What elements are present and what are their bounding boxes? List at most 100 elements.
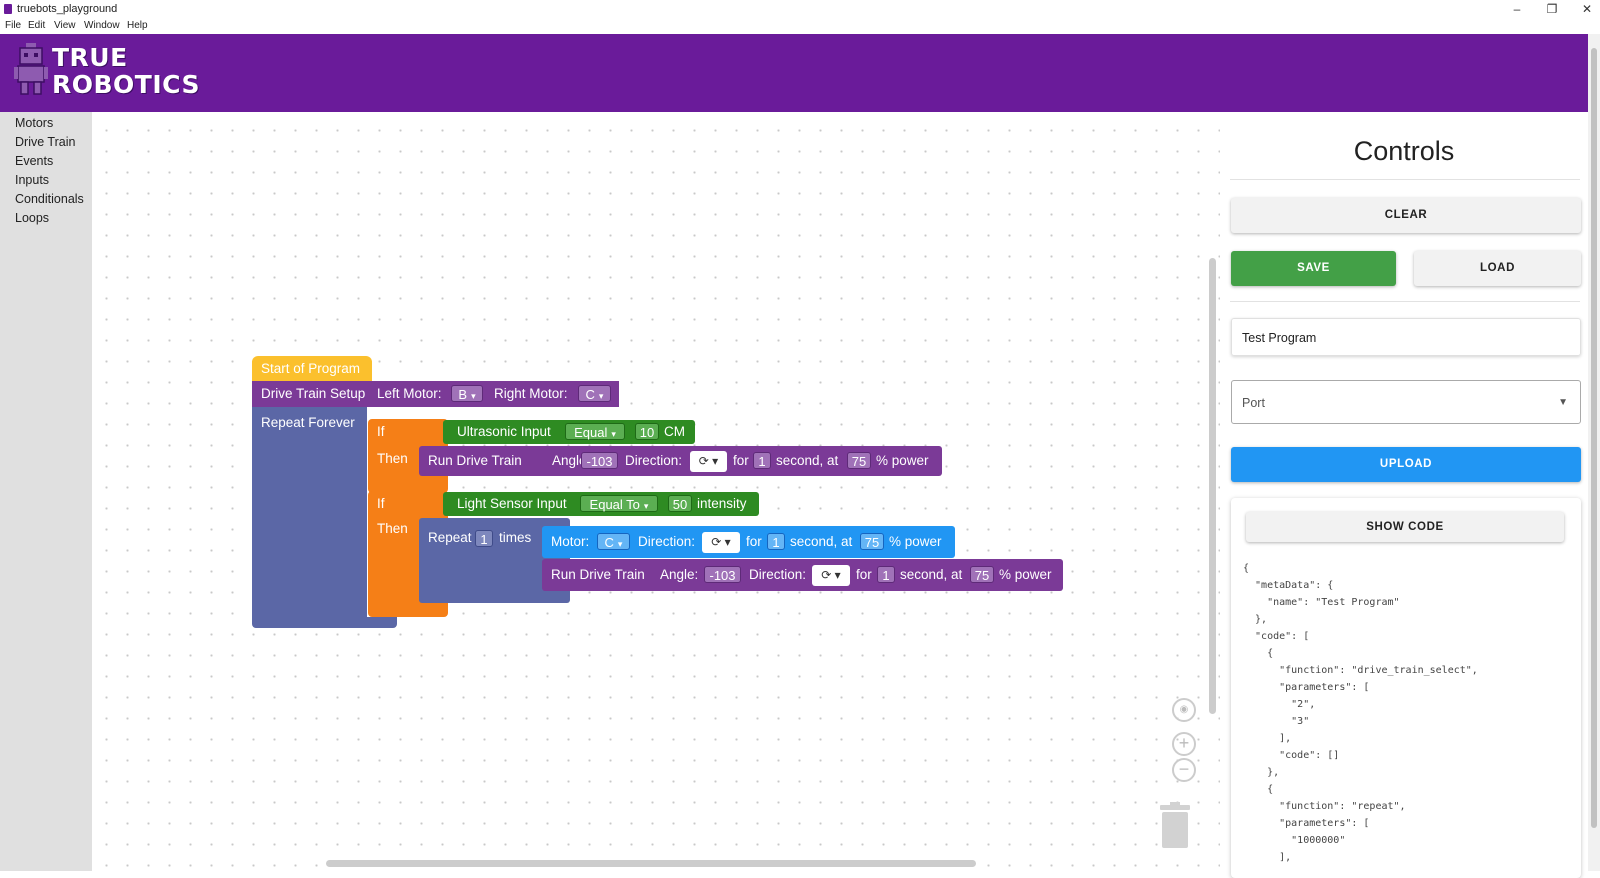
menu-edit[interactable]: Edit [28, 20, 45, 31]
app-icon [4, 4, 12, 14]
block-category-sidebar: Motors Drive Train Events Inputs Conditi… [0, 112, 92, 871]
drive-train-setup-block[interactable]: Drive Train Setup Left Motor: B Right Mo… [252, 381, 619, 407]
repeat-label: Repeat [428, 530, 472, 545]
window-scrollbar-thumb[interactable] [1591, 48, 1597, 828]
menu-bar: File Edit View Window Help [0, 18, 1600, 34]
motor-port-dropdown[interactable]: C [597, 533, 630, 550]
run-drive-train-block-1[interactable]: Run Drive Train Angle: -103 Direction: ⟳… [419, 446, 942, 476]
angle-1-field[interactable]: -103 [581, 452, 618, 469]
angle-2-label: Angle: [660, 567, 699, 582]
load-button[interactable]: LOAD [1414, 251, 1581, 286]
then-2-label: Then [377, 521, 408, 536]
logo-line-1: TRUE [52, 43, 128, 72]
left-motor-label: Left Motor: [377, 386, 442, 401]
program-name-input[interactable]: Test Program [1231, 318, 1581, 356]
motor-direction-dropdown[interactable]: ⟳ ▾ [702, 532, 740, 553]
times-label: times [499, 530, 532, 545]
for-1-label: for [733, 453, 749, 468]
caret-down-icon: ▼ [1558, 397, 1568, 408]
angle-2-field[interactable]: -103 [704, 566, 741, 583]
motor-power-field[interactable]: 75 [860, 533, 884, 550]
ultrasonic-operator-value: Equal [574, 425, 608, 440]
seconds-1-field[interactable]: 1 [753, 452, 771, 469]
logo-line-2: ROBOTICS [52, 70, 200, 99]
then-1-label: Then [377, 451, 408, 466]
window-title: truebots_playground [17, 3, 118, 15]
run-drive-train-block-2[interactable]: Run Drive Train Angle: -103 Direction: ⟳… [542, 559, 1063, 591]
close-button[interactable]: ✕ [1572, 1, 1600, 17]
menu-help[interactable]: Help [127, 20, 148, 31]
left-motor-value: B [458, 387, 468, 402]
ultrasonic-operator-dropdown[interactable]: Equal [565, 423, 625, 440]
controls-title: Controls [1353, 136, 1455, 166]
direction-1-label: Direction: [625, 453, 683, 468]
motor-label: Motor: [551, 534, 590, 549]
motor-second-at-label: second, at [790, 534, 853, 549]
run-drive-train-1-label: Run Drive Train [428, 453, 522, 468]
direction-1-dropdown[interactable]: ⟳ ▾ [690, 451, 727, 472]
robot-logo-icon [14, 43, 48, 95]
category-motors[interactable]: Motors [15, 116, 53, 130]
code-card: SHOW CODE { "metaData": { "name": "Test … [1231, 498, 1581, 878]
menu-window[interactable]: Window [84, 20, 120, 31]
light-sensor-input-block[interactable]: Light Sensor Input Equal To 50 intensity [443, 492, 759, 516]
rotate-icon: ⟳ [698, 454, 709, 468]
minimize-button[interactable]: – [1502, 1, 1532, 17]
direction-2-dropdown[interactable]: ⟳ ▾ [812, 565, 850, 586]
trash-icon[interactable] [1160, 802, 1190, 848]
power-2-label: % power [999, 567, 1052, 582]
rotate-icon: ⟳ [821, 568, 832, 582]
category-inputs[interactable]: Inputs [15, 173, 49, 187]
clear-button[interactable]: CLEAR [1231, 198, 1581, 233]
motor-seconds-field[interactable]: 1 [767, 533, 785, 550]
for-2-label: for [856, 567, 872, 582]
restore-button[interactable]: ❐ [1537, 1, 1567, 17]
menu-view[interactable]: View [54, 20, 76, 31]
category-drive-train[interactable]: Drive Train [15, 135, 75, 149]
workspace-vertical-scrollbar[interactable] [1209, 258, 1216, 714]
light-sensor-label: Light Sensor Input [457, 496, 567, 511]
show-code-button[interactable]: SHOW CODE [1246, 512, 1564, 542]
rotate-icon: ⟳ [711, 535, 722, 549]
motor-block[interactable]: Motor: C Direction: ⟳ ▾ for 1 second, at… [542, 526, 955, 558]
start-of-program-block[interactable]: Start of Program [252, 356, 372, 381]
right-motor-value: C [585, 387, 595, 402]
window-scrollbar[interactable] [1588, 34, 1600, 871]
light-sensor-operator-dropdown[interactable]: Equal To [580, 495, 658, 512]
zoom-in-icon[interactable]: + [1172, 732, 1196, 756]
light-sensor-value-field[interactable]: 50 [668, 495, 692, 512]
second-at-1-label: second, at [776, 453, 839, 468]
seconds-2-field[interactable]: 1 [877, 566, 895, 583]
zoom-out-icon[interactable]: − [1172, 758, 1196, 782]
repeat-count-field[interactable]: 1 [475, 530, 493, 547]
start-of-program-label: Start of Program [261, 361, 361, 376]
right-motor-label: Right Motor: [494, 386, 568, 401]
drive-train-setup-label: Drive Train Setup [261, 386, 366, 401]
window-titlebar: truebots_playground – ❐ ✕ [0, 0, 1600, 18]
brand-logo-text: TRUE ROBOTICS [52, 44, 200, 98]
category-loops[interactable]: Loops [15, 211, 49, 225]
motor-for-label: for [746, 534, 762, 549]
ultrasonic-unit-label: CM [664, 424, 685, 439]
if-2-label: If [377, 496, 385, 511]
second-at-2-label: second, at [900, 567, 963, 582]
port-select[interactable]: Port ▼ [1231, 380, 1581, 424]
save-button[interactable]: SAVE [1231, 251, 1396, 286]
category-events[interactable]: Events [15, 154, 53, 168]
workspace-horizontal-scrollbar[interactable] [326, 860, 976, 867]
power-1-field[interactable]: 75 [847, 452, 871, 469]
right-motor-dropdown[interactable]: C [578, 385, 611, 402]
ultrasonic-input-label: Ultrasonic Input [457, 424, 551, 439]
category-conditionals[interactable]: Conditionals [15, 192, 84, 206]
divider [1230, 179, 1580, 180]
upload-button[interactable]: UPLOAD [1231, 447, 1581, 482]
port-placeholder: Port [1242, 396, 1265, 410]
controls-panel: Controls CLEAR SAVE LOAD Test Program Po… [1220, 112, 1588, 878]
recenter-icon[interactable]: ◉ [1172, 698, 1196, 722]
ultrasonic-input-block[interactable]: Ultrasonic Input Equal 10 CM [443, 420, 695, 444]
direction-2-label: Direction: [749, 567, 807, 582]
ultrasonic-value-field[interactable]: 10 [635, 423, 659, 440]
power-2-field[interactable]: 75 [970, 566, 994, 583]
menu-file[interactable]: File [5, 20, 21, 31]
left-motor-dropdown[interactable]: B [451, 385, 483, 402]
